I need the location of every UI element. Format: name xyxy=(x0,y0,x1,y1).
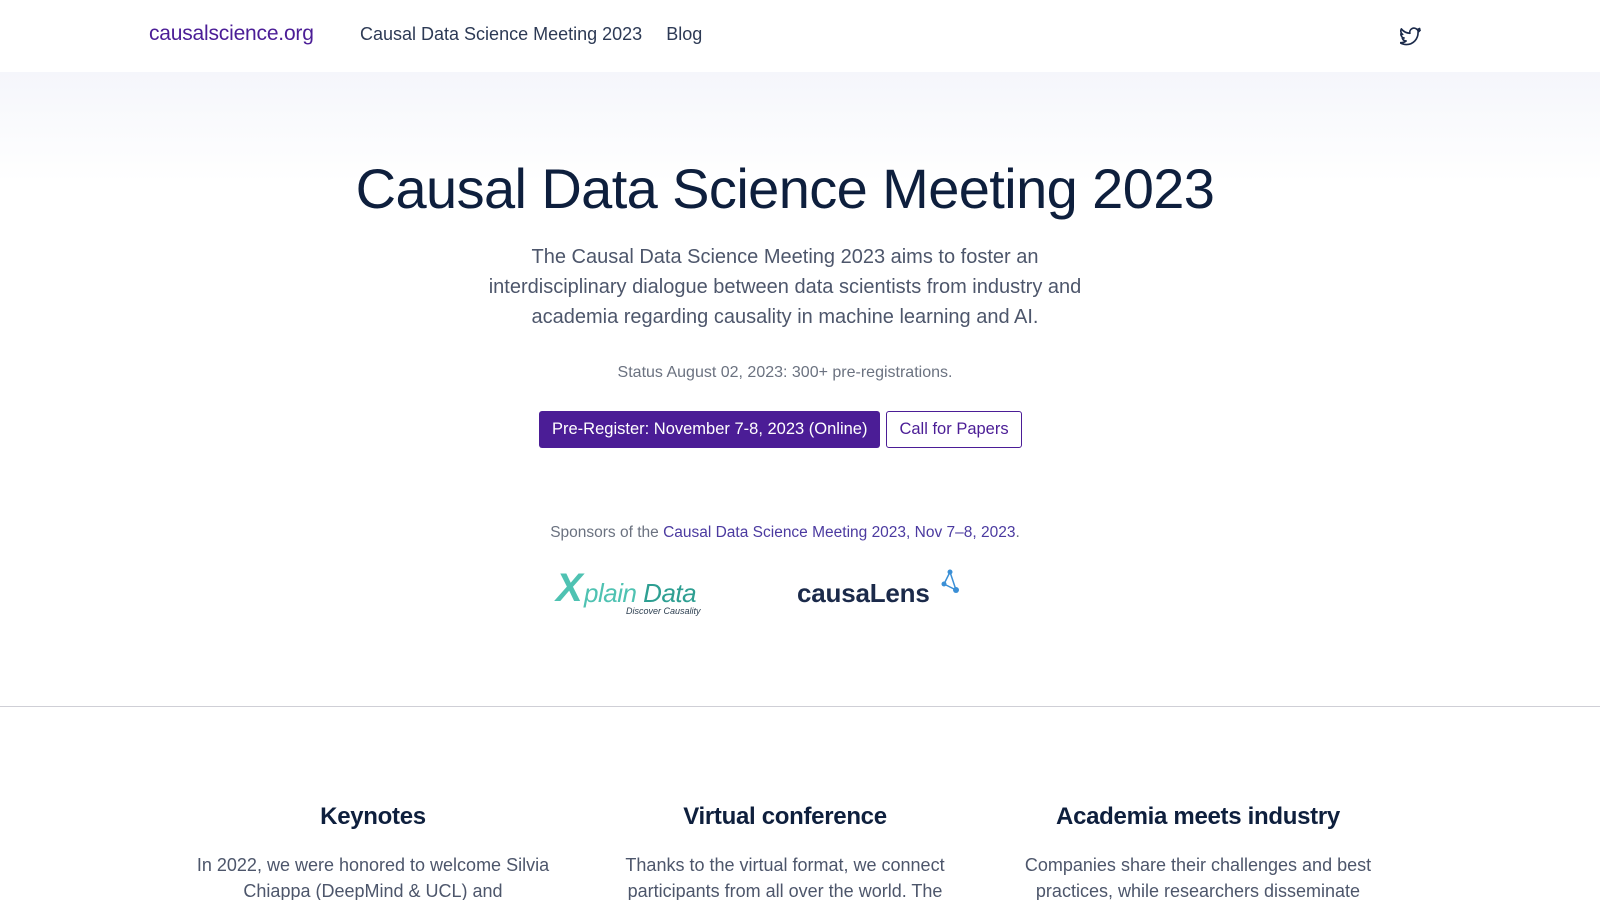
hero-section: Causal Data Science Meeting 2023 The Cau… xyxy=(0,72,1600,707)
xplain-logo-data: Data xyxy=(643,578,697,608)
call-for-papers-button[interactable]: Call for Papers xyxy=(886,411,1022,448)
xplain-logo-x: X xyxy=(556,566,583,610)
sponsors-suffix: . xyxy=(1015,524,1020,541)
feature-text: Thanks to the virtual format, we connect… xyxy=(625,855,945,900)
main-nav: Causal Data Science Meeting 2023 Blog xyxy=(360,24,702,45)
xplain-data-logo[interactable]: X plain Data Discover Causality xyxy=(556,566,706,620)
registration-status: Status August 02, 2023: 300+ pre-registr… xyxy=(617,364,953,381)
twitter-icon[interactable] xyxy=(1399,26,1422,48)
feature-title: Academia meets industry xyxy=(1056,803,1340,830)
feature-keynotes: Keynotes In 2022, we were honored to wel… xyxy=(183,803,563,900)
features-section: Keynotes In 2022, we were honored to wel… xyxy=(0,707,1600,900)
nav-link-blog[interactable]: Blog xyxy=(666,24,702,45)
feature-virtual-conference: Virtual conference Thanks to the virtual… xyxy=(595,803,975,900)
causalens-logo[interactable]: causaLens xyxy=(797,569,967,624)
feature-text: Companies share their challenges and bes… xyxy=(1024,855,1372,900)
nav-link-meeting-2023[interactable]: Causal Data Science Meeting 2023 xyxy=(360,24,642,45)
sponsors-caption: Sponsors of the Causal Data Science Meet… xyxy=(0,524,1570,542)
causalens-graph-icon xyxy=(941,569,959,593)
xplain-logo-tagline: Discover Causality xyxy=(626,606,701,616)
top-navigation-bar: causalscience.org Causal Data Science Me… xyxy=(0,0,1600,72)
feature-text: In 2022, we were honored to welcome Silv… xyxy=(196,855,550,900)
hero-actions: Pre-Register: November 7-8, 2023 (Online… xyxy=(539,411,1022,448)
xplain-logo-wordmark: plain Data xyxy=(584,578,697,609)
feature-title: Keynotes xyxy=(320,803,426,830)
feature-title: Virtual conference xyxy=(683,803,887,830)
sponsors-event-link[interactable]: Causal Data Science Meeting 2023, Nov 7–… xyxy=(663,524,1015,541)
sponsors-prefix: Sponsors of the xyxy=(550,524,664,541)
hero-description: The Causal Data Science Meeting 2023 aim… xyxy=(488,246,1082,328)
pre-register-button[interactable]: Pre-Register: November 7-8, 2023 (Online… xyxy=(539,411,881,448)
site-logo-link[interactable]: causalscience.org xyxy=(149,22,314,46)
page-title: Causal Data Science Meeting 2023 xyxy=(355,157,1215,220)
xplain-logo-plain: plain xyxy=(584,578,637,608)
causalens-logo-wordmark: causaLens xyxy=(797,578,930,608)
feature-academia-meets-industry: Academia meets industry Companies share … xyxy=(1008,803,1388,900)
